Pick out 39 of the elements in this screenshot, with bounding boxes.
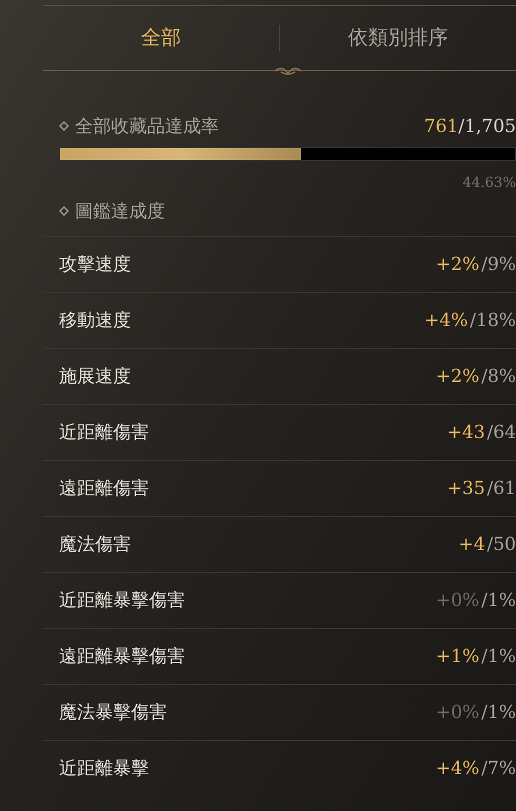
stat-name: 魔法暴擊傷害 — [59, 701, 167, 724]
tab[interactable]: 依類別排序 — [280, 23, 516, 53]
stat-name: 攻擊速度 — [59, 253, 131, 276]
collection-count: 761/1,705 — [424, 114, 516, 138]
stat-max: /1% — [480, 702, 516, 723]
stat-name: 近距離傷害 — [59, 421, 149, 444]
stat-max: /8% — [480, 366, 516, 387]
tab[interactable]: 全部 — [43, 23, 279, 53]
collection-label: 全部收藏品達成率 — [75, 114, 219, 138]
stat-bonus: +43 — [447, 422, 486, 443]
stat-max: /18% — [468, 310, 516, 331]
stat-bonus: +0% — [436, 590, 480, 611]
stat-name: 施展速度 — [59, 365, 131, 388]
stat-bonus: +1% — [436, 646, 480, 667]
stat-max: /9% — [480, 254, 516, 275]
stat-max: /1% — [480, 646, 516, 667]
stat-max: /61 — [486, 478, 516, 499]
section-label: 圖鑑達成度 — [75, 200, 165, 222]
diamond-icon — [59, 206, 69, 216]
stat-bonus: +35 — [447, 478, 486, 499]
stat-name: 近距離暴擊 — [59, 757, 149, 780]
stat-bonus: +2% — [436, 366, 480, 387]
stat-bonus: +4% — [436, 758, 480, 779]
stat-name: 近距離暴擊傷害 — [59, 589, 185, 612]
stat-name: 遠距離暴擊傷害 — [59, 645, 185, 668]
stat-bonus: +0% — [436, 702, 480, 723]
ornament-icon — [273, 66, 303, 76]
diamond-icon — [59, 121, 69, 131]
percent-label: 44.63% — [462, 174, 516, 193]
stat-max: /1% — [480, 590, 516, 611]
stat-max: /7% — [480, 758, 516, 779]
stat-bonus: +2% — [436, 254, 480, 275]
stat-max: /64 — [486, 422, 516, 443]
stat-name: 移動速度 — [59, 309, 131, 332]
stat-name: 遠距離傷害 — [59, 477, 149, 500]
stat-bonus: +4% — [424, 310, 468, 331]
stat-name: 魔法傷害 — [59, 533, 131, 556]
stat-max: /50 — [486, 534, 516, 555]
stat-bonus: +4 — [458, 534, 486, 555]
